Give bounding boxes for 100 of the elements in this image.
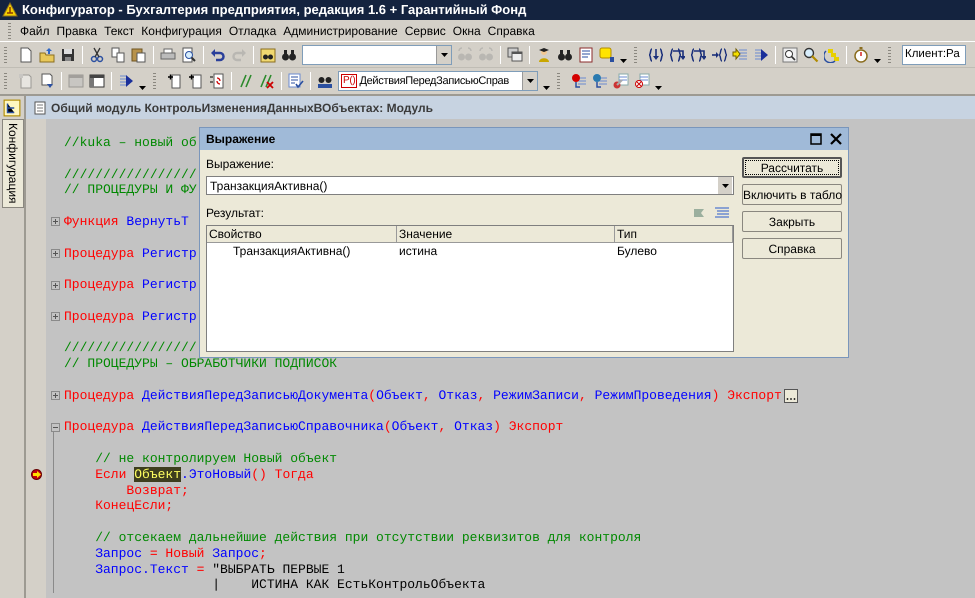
- menu-item[interactable]: Конфигурация: [138, 22, 225, 40]
- collapse-icon[interactable]: [50, 422, 60, 432]
- expand-icon[interactable]: [50, 391, 60, 400]
- menu-item[interactable]: Отладка: [226, 22, 280, 40]
- document-title: Общий модуль КонтрольИзмененияДанныхВОбъектах: Модуль: [51, 100, 434, 116]
- close-icon[interactable]: [830, 133, 842, 145]
- configuration-tab[interactable]: Конфигурация: [2, 119, 24, 208]
- procedure-combo-field[interactable]: P() ДействияПередЗаписьюСправ: [338, 71, 538, 91]
- save-icon[interactable]: [60, 46, 76, 62]
- caret-icon[interactable]: [874, 59, 881, 63]
- expand-icon[interactable]: [50, 248, 60, 258]
- dialog-button[interactable]: Включить в табло: [742, 184, 842, 205]
- check-list-icon[interactable]: [288, 73, 304, 89]
- step-over-icon[interactable]: [690, 46, 706, 62]
- dialog-button[interactable]: Справка: [742, 238, 842, 259]
- open-folder-icon[interactable]: [39, 46, 55, 62]
- column-header[interactable]: Тип: [615, 226, 733, 243]
- code-line: Процедура ДействияПередЗаписьюСправочника(Объект, Отказ) Экспорт: [64, 419, 564, 436]
- run-icon[interactable]: [753, 46, 769, 62]
- code-line: /////////////////: [64, 340, 197, 356]
- caret-icon[interactable]: [543, 86, 550, 90]
- code-line: Если Объект.ЭтоНовый() Тогда: [94, 466, 314, 483]
- menu-item[interactable]: Правка: [54, 22, 100, 40]
- expression-label: Выражение:: [206, 156, 276, 173]
- code-line: //kuka – новый об: [64, 135, 197, 151]
- replace-page-icon[interactable]: [209, 73, 225, 89]
- column-header[interactable]: Свойство: [207, 226, 397, 243]
- find-in-folder-icon[interactable]: [260, 46, 276, 62]
- uncomment-icon[interactable]: [259, 73, 275, 89]
- comment-icon[interactable]: [238, 73, 254, 89]
- caret-icon[interactable]: [139, 86, 146, 90]
- list-icon[interactable]: [714, 206, 730, 220]
- menu-item[interactable]: Сервис: [402, 22, 449, 40]
- code-line: /////////////////: [64, 166, 197, 182]
- list-document-icon[interactable]: [578, 46, 594, 62]
- collapsed-block-icon[interactable]: [784, 388, 798, 403]
- code-line: // не контролируем Новый объект: [94, 450, 338, 467]
- menu-item[interactable]: Окна: [450, 22, 484, 40]
- windows-icon[interactable]: [507, 46, 523, 62]
- maximize-icon[interactable]: [810, 133, 822, 145]
- configuration-tree-icon[interactable]: [3, 99, 21, 117]
- arrow-list-icon[interactable]: [732, 46, 748, 62]
- new-document-icon[interactable]: [18, 46, 34, 62]
- menu-item[interactable]: Текст: [101, 22, 138, 40]
- menu-item[interactable]: Файл: [17, 22, 53, 40]
- triangle-logo-icon[interactable]: [2, 2, 18, 18]
- copy-icon[interactable]: [110, 46, 126, 62]
- conditional-breakpoint-icon[interactable]: [592, 73, 608, 89]
- code-line: Процедура Регистр: [64, 308, 197, 325]
- breakpoint-icon[interactable]: [571, 73, 587, 89]
- menu-item[interactable]: Администрирование: [280, 22, 401, 40]
- stopwatch-icon[interactable]: [853, 46, 869, 62]
- code-line: // отсекаем дальнейшие действия при отсутствии реквизитов для контроля: [94, 530, 642, 546]
- insert-page-icon[interactable]: [167, 73, 183, 89]
- step-over-icon[interactable]: [669, 46, 685, 62]
- paste-icon[interactable]: [131, 46, 147, 62]
- code-line: // ПРОЦЕДУРЫ И ФУ: [64, 182, 197, 198]
- menu-item[interactable]: Справка: [484, 22, 538, 40]
- dialog-title: Выражение: [206, 131, 276, 148]
- search-window-icon[interactable]: [782, 46, 798, 62]
- code-line: Процедура ДействияПередЗаписьюДокумента(Объект, Отказ, РежимЗаписи, РежимПроведения) Экспорт: [64, 388, 782, 404]
- print-icon[interactable]: [160, 46, 176, 62]
- dropdown-arrow-icon[interactable]: [526, 79, 534, 83]
- dialog-button[interactable]: Закрыть: [742, 211, 842, 232]
- page-down-icon[interactable]: [39, 73, 55, 89]
- caret-icon[interactable]: [655, 86, 662, 90]
- search-icon[interactable]: [803, 46, 819, 62]
- search-combo-field[interactable]: [302, 44, 452, 64]
- dropdown-arrow-icon[interactable]: [722, 184, 728, 188]
- table-cell: Булево: [617, 244, 657, 258]
- client-field-value: Клиент:Ра: [904, 46, 960, 62]
- expand-icon[interactable]: [50, 217, 60, 226]
- client-field[interactable]: Клиент:Ра: [902, 44, 966, 64]
- procedure-badge: P(): [341, 74, 358, 88]
- dropdown-arrow-icon[interactable]: [440, 52, 448, 56]
- run-icon[interactable]: [118, 73, 134, 89]
- code-line: // ПРОЦЕДУРЫ – ОБРАБОТЧИКИ ПОДПИСОК: [64, 356, 338, 372]
- table-cell: истина: [399, 244, 438, 258]
- code-line: Функция ВернутьТ: [64, 214, 189, 230]
- cut-icon[interactable]: [89, 46, 105, 62]
- code-line: | ИСТИНА КАК ЕстьКонтрольОбъекта: [211, 577, 486, 594]
- undo-icon[interactable]: [210, 46, 226, 62]
- expression-field[interactable]: ТранзакцияАктивна(): [206, 176, 734, 195]
- print-preview-icon[interactable]: [181, 46, 197, 62]
- run-to-block-icon[interactable]: [711, 46, 727, 62]
- insert-page-icon[interactable]: [188, 73, 204, 89]
- code-line: Возврат;: [125, 482, 189, 498]
- code-line: Процедура Регистр: [64, 246, 197, 262]
- table-cell-text: ТранзакцияАктивна(): [232, 244, 350, 258]
- dialog-button[interactable]: Рассчитать: [742, 157, 842, 178]
- code-line: Процедура Регистр: [64, 277, 197, 293]
- expand-icon[interactable]: [50, 312, 60, 322]
- column-header[interactable]: Значение: [397, 226, 615, 243]
- edit-breakpoint-icon[interactable]: [613, 73, 629, 89]
- step-into-icon[interactable]: [648, 46, 664, 62]
- graduate-figure-icon[interactable]: [536, 46, 552, 62]
- window-icon[interactable]: [89, 73, 105, 89]
- expand-icon[interactable]: [50, 280, 60, 290]
- caret-icon[interactable]: [620, 59, 627, 63]
- clear-breakpoints-icon[interactable]: [634, 73, 650, 89]
